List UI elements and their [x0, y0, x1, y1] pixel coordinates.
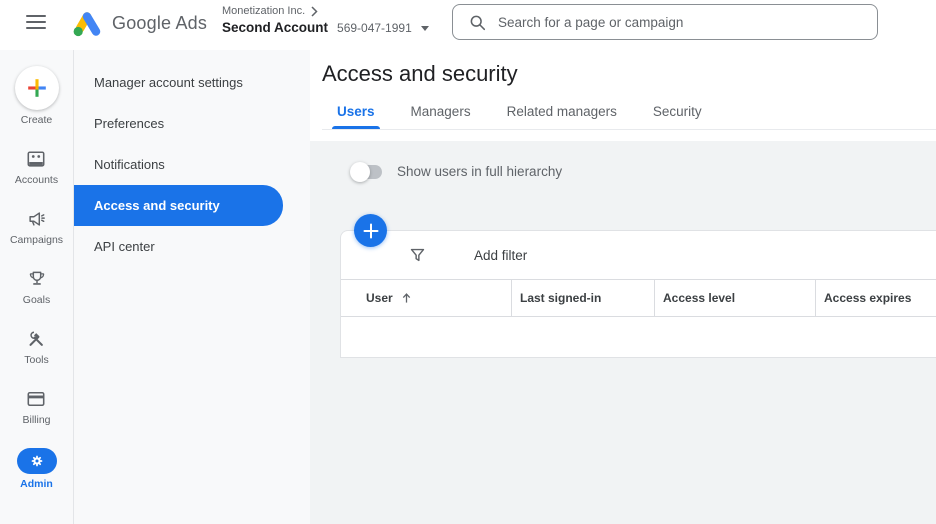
top-bar: Google Ads Monetization Inc. Second Acco…: [0, 0, 936, 50]
add-filter-button[interactable]: Add filter: [474, 248, 527, 263]
column-header-access-expires[interactable]: Access expires: [815, 280, 936, 316]
empty-table-body: [341, 316, 936, 357]
google-ads-app: Google Ads Monetization Inc. Second Acco…: [0, 0, 936, 524]
navigation-rail: Create Accounts Campaigns: [0, 50, 74, 524]
rail-item-label: Tools: [24, 354, 49, 366]
rail-item-label: Admin: [20, 478, 53, 490]
users-table-card: Add filter User Last signed-in Access le…: [340, 230, 936, 358]
rail-item-label: Billing: [22, 414, 50, 426]
column-header-last-signed-in[interactable]: Last signed-in: [511, 280, 654, 316]
menu-icon[interactable]: [26, 15, 46, 29]
product-name: Google Ads: [112, 13, 207, 34]
chevron-down-icon: [421, 26, 429, 31]
main-panel: Access and security Users Managers Relat…: [310, 50, 936, 524]
account-name: Second Account: [222, 20, 328, 35]
tab-bar: Users Managers Related managers Security: [322, 96, 936, 130]
tab-managers[interactable]: Managers: [406, 96, 476, 129]
gear-icon: [29, 453, 45, 469]
filter-funnel-icon: [409, 247, 426, 264]
search-box[interactable]: [452, 4, 878, 40]
rail-item-admin[interactable]: Admin: [17, 448, 57, 490]
plus-multicolor-icon: [26, 77, 48, 99]
google-ads-logo-icon: [72, 10, 102, 43]
chevron-right-icon: [311, 6, 318, 17]
parent-account-label: Monetization Inc.: [222, 5, 305, 17]
sort-ascending-icon: [401, 292, 412, 304]
filter-row: Add filter: [341, 231, 936, 280]
tab-security[interactable]: Security: [648, 96, 707, 129]
search-input[interactable]: [498, 15, 865, 30]
sidebar-item-access-and-security[interactable]: Access and security: [74, 185, 283, 226]
rail-item-label: Goals: [23, 294, 50, 306]
megaphone-icon: [26, 208, 48, 230]
column-header-access-level[interactable]: Access level: [654, 280, 815, 316]
settings-sidebar: Manager account settings Preferences Not…: [74, 50, 310, 524]
accounts-icon: [25, 148, 47, 170]
account-id: 569-047-1991: [337, 21, 412, 35]
admin-selected-pill: [17, 448, 57, 474]
create-button[interactable]: Create: [15, 66, 59, 126]
filter-button[interactable]: [409, 247, 426, 264]
sidebar-item-preferences[interactable]: Preferences: [74, 103, 310, 144]
plus-icon: [363, 223, 379, 239]
trophy-icon: [26, 268, 48, 290]
rail-item-campaigns[interactable]: Campaigns: [10, 208, 63, 246]
rail-item-label: Accounts: [15, 174, 58, 186]
sidebar-item-api-center[interactable]: API center: [74, 226, 310, 267]
credit-card-icon: [25, 388, 47, 410]
toggle-label: Show users in full hierarchy: [397, 164, 562, 179]
sidebar-item-notifications[interactable]: Notifications: [74, 144, 310, 185]
page-title: Access and security: [322, 50, 936, 87]
add-user-button[interactable]: [354, 214, 387, 247]
table-header-row: User Last signed-in Access level Access …: [341, 280, 936, 316]
rail-item-goals[interactable]: Goals: [23, 268, 50, 306]
sidebar-item-manager-account-settings[interactable]: Manager account settings: [74, 62, 310, 103]
main-header: Access and security Users Managers Relat…: [310, 50, 936, 141]
account-switcher[interactable]: Monetization Inc. Second Account 569-047…: [222, 5, 429, 35]
rail-item-billing[interactable]: Billing: [22, 388, 50, 426]
search-icon: [469, 14, 486, 31]
rail-item-accounts[interactable]: Accounts: [15, 148, 58, 186]
toggle-switch-off[interactable]: [352, 165, 382, 179]
tab-users[interactable]: Users: [332, 96, 380, 129]
tab-related-managers[interactable]: Related managers: [502, 96, 622, 129]
column-header-user[interactable]: User: [341, 280, 511, 316]
rail-item-label: Create: [21, 114, 53, 126]
hierarchy-toggle[interactable]: Show users in full hierarchy: [352, 164, 562, 179]
rail-item-label: Campaigns: [10, 234, 63, 246]
content-area: Show users in full hierarchy Add filter: [310, 141, 936, 524]
rail-item-tools[interactable]: Tools: [24, 328, 49, 366]
tools-icon: [25, 328, 47, 350]
